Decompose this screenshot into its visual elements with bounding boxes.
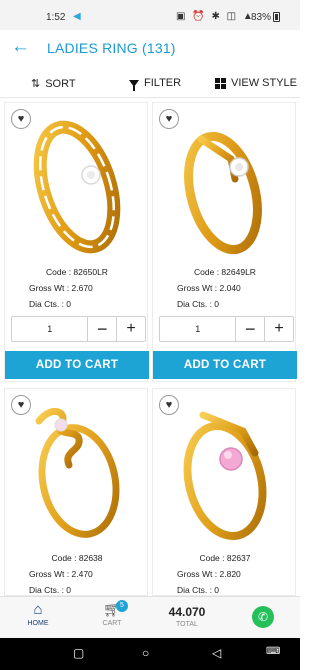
- bottom-navigation: ⌂ HOME 🛒︎ 5 CART 44.070 TOTAL ✆: [0, 596, 300, 638]
- product-card[interactable]: ♥ Code : 82649LR Gross Wt : 2.040 Dia Ct…: [152, 102, 297, 382]
- quantity-input[interactable]: 1: [12, 324, 87, 334]
- cart-icon: 🛒︎: [103, 601, 121, 617]
- quantity-input[interactable]: 1: [160, 324, 235, 334]
- filter-button[interactable]: FILTER: [129, 77, 182, 91]
- add-to-cart-button[interactable]: ADD TO CART: [5, 351, 149, 379]
- recents-square-icon[interactable]: ▢: [73, 646, 84, 660]
- system-status-icons: ▣ ⏰ ✱ ◫ ▲: [176, 11, 255, 22]
- product-image[interactable]: [25, 395, 129, 545]
- decrease-quantity-button[interactable]: −: [87, 317, 116, 341]
- filter-funnel-icon: [129, 79, 139, 91]
- cart-count-badge: 5: [116, 600, 128, 612]
- product-image[interactable]: [25, 109, 129, 259]
- increase-quantity-button[interactable]: +: [116, 317, 145, 341]
- total-weight-value: 44.070: [168, 605, 206, 619]
- product-card[interactable]: ♥ Code : 82650LR Gross Wt : 2.670 Dia Ct…: [4, 102, 149, 382]
- product-info: Code : 82650LR Gross Wt : 2.670 Dia Cts.…: [5, 264, 149, 312]
- product-code: Code : 82650LR: [46, 267, 108, 277]
- product-card[interactable]: ♥ Code : 82638 Gross Wt : 2.470 Dia Cts.…: [4, 388, 148, 596]
- add-to-cart-button[interactable]: ADD TO CART: [153, 351, 297, 379]
- filter-label: FILTER: [144, 77, 182, 89]
- view-style-button[interactable]: VIEW STYLE: [215, 77, 297, 89]
- nav-home-label: HOME: [27, 620, 49, 627]
- product-image[interactable]: [173, 395, 277, 545]
- page-title: LADIES RING (131): [47, 40, 176, 56]
- sort-label: SORT: [45, 77, 76, 90]
- toolbar: ⇅ SORT FILTER VIEW STYLE: [0, 70, 300, 98]
- telegram-icon: ◀: [73, 11, 81, 22]
- status-time: 1:52: [46, 12, 66, 23]
- home-icon: ⌂: [33, 601, 43, 618]
- product-info: Code : 82649LR Gross Wt : 2.040 Dia Cts.…: [153, 264, 297, 312]
- decrease-quantity-button[interactable]: −: [235, 317, 264, 341]
- product-info: Code : 82638 Gross Wt : 2.470 Dia Cts. :…: [5, 550, 149, 598]
- product-code: Code : 82638: [51, 553, 103, 563]
- product-gross-weight: Gross Wt : 2.670: [29, 283, 93, 293]
- sort-button[interactable]: ⇅ SORT: [31, 77, 76, 91]
- product-card[interactable]: ♥ Code : 82637 Gross Wt : 2.820 Dia Cts.…: [152, 388, 296, 596]
- product-gross-weight: Gross Wt : 2.040: [177, 283, 241, 293]
- back-triangle-icon[interactable]: ◁: [212, 646, 221, 660]
- nav-cart[interactable]: 🛒︎ 5 CART: [87, 600, 137, 627]
- nav-home[interactable]: ⌂ HOME: [13, 601, 63, 627]
- battery-percent: 83%: [251, 12, 272, 23]
- product-gross-weight: Gross Wt : 2.820: [177, 569, 241, 579]
- product-code: Code : 82649LR: [194, 267, 256, 277]
- product-code: Code : 82637: [199, 553, 251, 563]
- status-bar: 1:52 ◀ ▣ ⏰ ✱ ◫ ▲ 83%: [0, 0, 300, 30]
- home-circle-icon[interactable]: ○: [142, 646, 149, 660]
- system-navigation-bar: ▢ ○ ◁ ⌨: [0, 638, 300, 670]
- app-bar: ← LADIES RING (131): [0, 30, 300, 66]
- nav-total-label: TOTAL: [176, 621, 198, 628]
- product-diamond-carats: Dia Cts. : 0: [29, 299, 72, 309]
- back-arrow-icon[interactable]: ←: [11, 37, 30, 57]
- quantity-stepper: 1 − +: [11, 316, 146, 342]
- keyboard-icon[interactable]: ⌨: [266, 646, 280, 657]
- view-style-label: VIEW STYLE: [231, 77, 298, 89]
- nav-total: 44.070 TOTAL: [155, 601, 219, 628]
- quantity-stepper: 1 − +: [159, 316, 294, 342]
- whatsapp-icon[interactable]: ✆: [252, 606, 274, 628]
- sort-arrows-icon: ⇅: [31, 78, 41, 90]
- battery-icon: [273, 12, 280, 22]
- product-image[interactable]: [173, 109, 277, 259]
- nav-cart-label: CART: [102, 620, 122, 627]
- product-info: Code : 82637 Gross Wt : 2.820 Dia Cts. :…: [153, 550, 297, 598]
- product-diamond-carats: Dia Cts. : 0: [177, 299, 220, 309]
- grid-view-icon: [215, 77, 226, 89]
- increase-quantity-button[interactable]: +: [264, 317, 293, 341]
- product-gross-weight: Gross Wt : 2.470: [29, 569, 93, 579]
